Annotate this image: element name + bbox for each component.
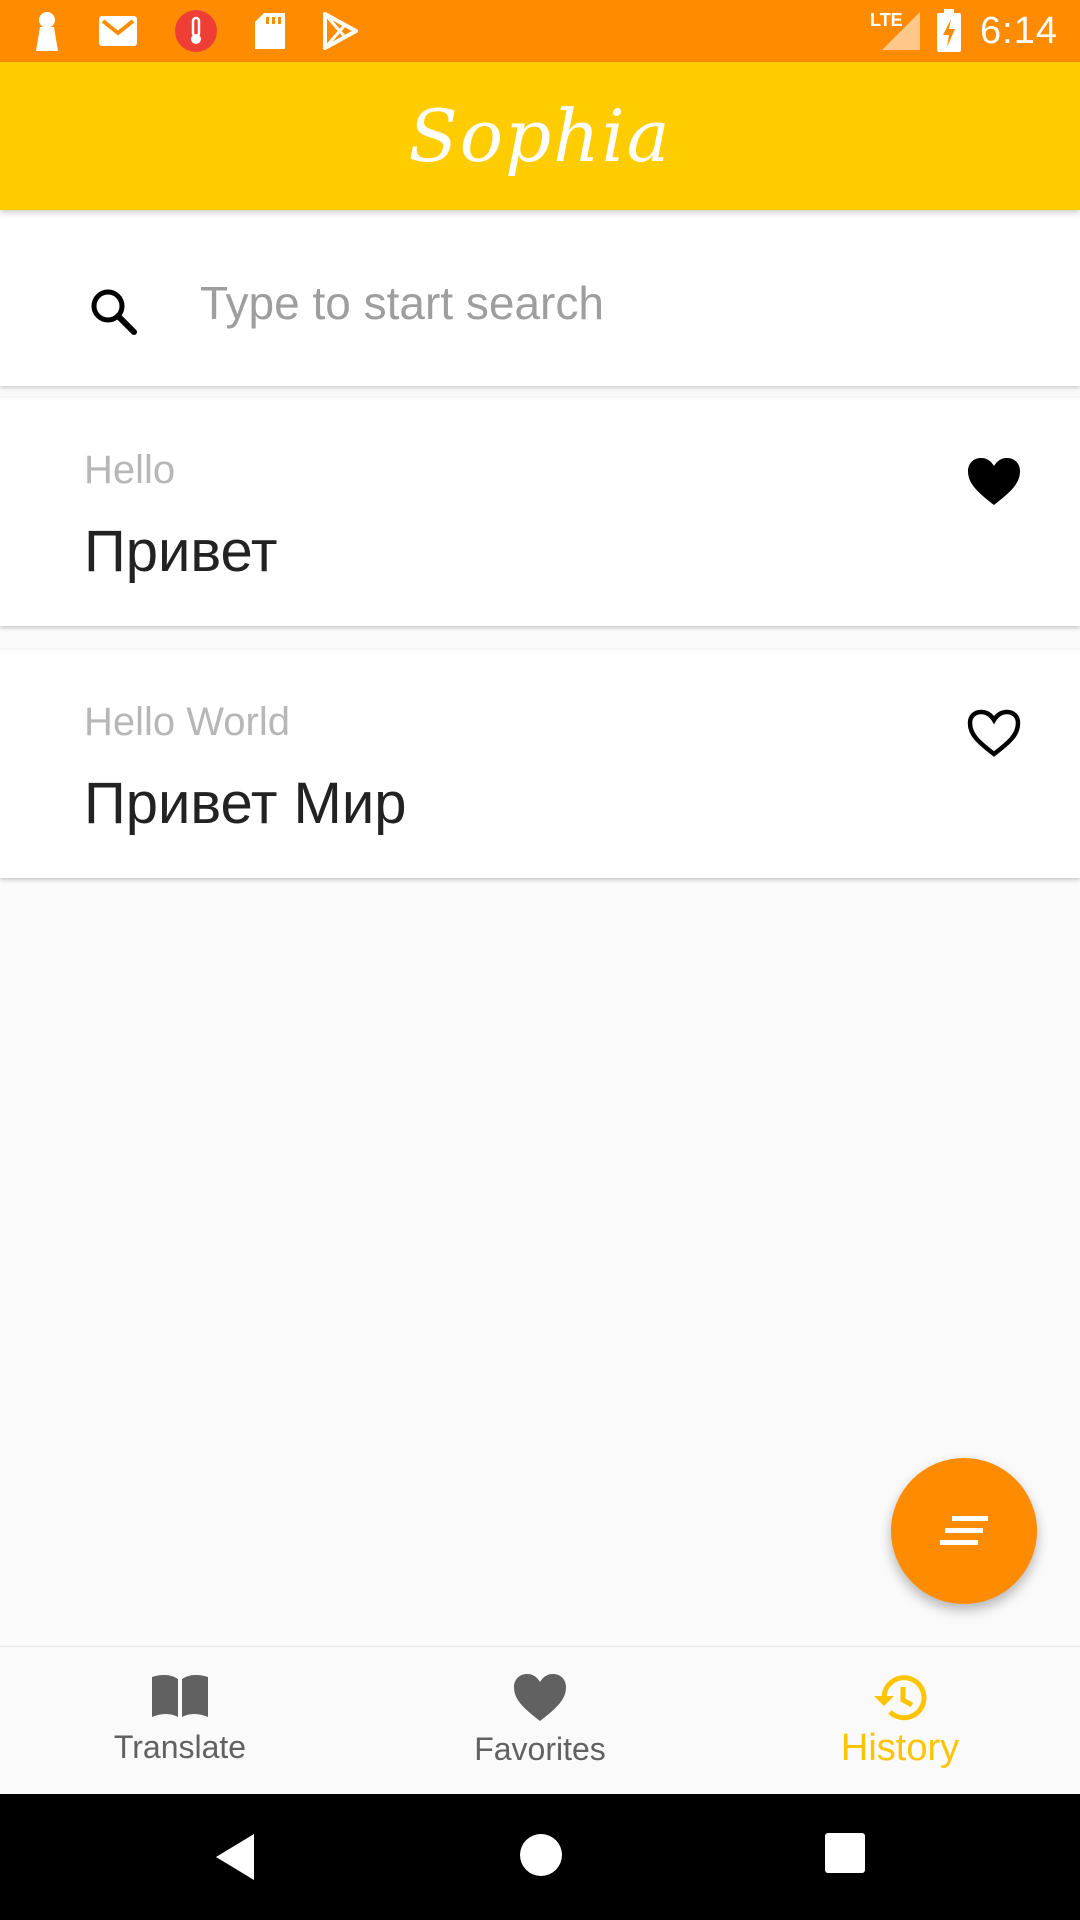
- search-input[interactable]: [200, 268, 1020, 338]
- status-bar: LTE 6:14: [0, 0, 1080, 62]
- recents-icon: [825, 1833, 865, 1873]
- nav-label: History: [840, 1727, 960, 1769]
- source-text: Hello: [84, 448, 176, 492]
- bottom-navigation: Translate Favorites History: [0, 1646, 1080, 1794]
- sort-icon: [940, 1516, 988, 1545]
- search-icon: [88, 286, 140, 343]
- source-text: Hello World: [84, 700, 290, 744]
- heart-outline-icon: [967, 709, 1021, 757]
- gmail-icon: [98, 15, 138, 47]
- translation-text: Привет Мир: [84, 771, 407, 836]
- nav-favorites[interactable]: Favorites: [360, 1647, 720, 1794]
- clock: 6:14: [980, 9, 1058, 52]
- history-item[interactable]: Hello Привет: [0, 398, 1080, 626]
- recents-button[interactable]: [824, 1832, 866, 1874]
- history-item[interactable]: Hello World Привет Мир: [0, 650, 1080, 878]
- search-bar: [0, 210, 1080, 386]
- nav-label: Translate: [113, 1729, 247, 1765]
- home-icon: [520, 1834, 562, 1876]
- heart-filled-icon: [968, 458, 1020, 505]
- play-store-icon: [322, 12, 358, 50]
- home-button[interactable]: [518, 1832, 564, 1878]
- network-type-label: LTE: [870, 10, 903, 30]
- sort-fab-button[interactable]: [891, 1458, 1037, 1604]
- screen: LTE 6:14 Sophia Hello Привет Hello World…: [0, 0, 1080, 1920]
- book-icon: [152, 1674, 208, 1717]
- thermometer-icon: [174, 9, 218, 53]
- keyhole-icon: [32, 11, 62, 51]
- app-title: Sophia: [408, 94, 672, 178]
- nav-label: Favorites: [474, 1731, 606, 1767]
- nav-translate[interactable]: Translate: [0, 1647, 360, 1794]
- favorite-button[interactable]: [964, 452, 1024, 512]
- heart-icon: [514, 1674, 566, 1721]
- app-bar: Sophia: [0, 62, 1080, 210]
- nav-history[interactable]: History: [720, 1647, 1080, 1794]
- system-navigation-bar: [0, 1794, 1080, 1920]
- signal-icon: LTE: [870, 10, 922, 52]
- back-icon: [216, 1834, 254, 1880]
- sd-card-icon: [254, 12, 286, 50]
- history-icon: [874, 1675, 927, 1721]
- translation-text: Привет: [84, 519, 278, 584]
- battery-charging-icon: [936, 9, 962, 53]
- back-button[interactable]: [212, 1832, 260, 1882]
- favorite-button[interactable]: [964, 704, 1024, 764]
